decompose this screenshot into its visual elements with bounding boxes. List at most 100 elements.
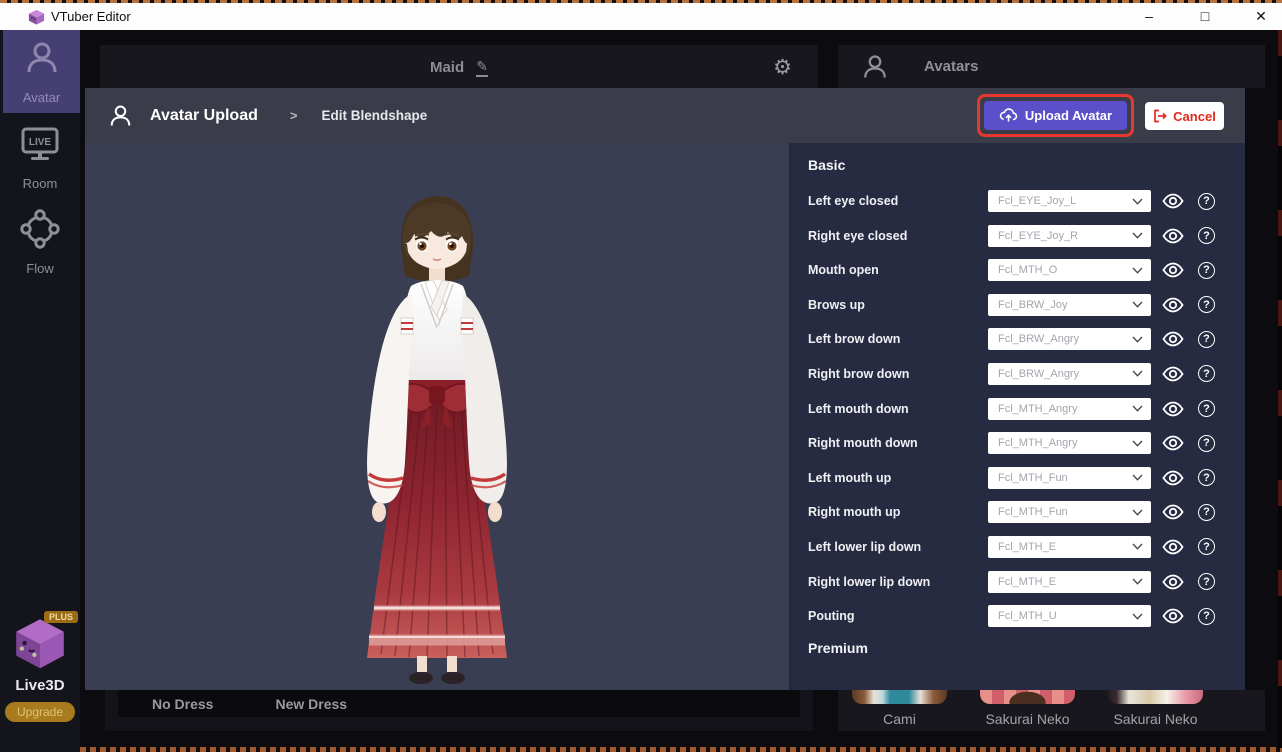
eye-preview-button[interactable] bbox=[1162, 193, 1184, 209]
eye-preview-button[interactable] bbox=[1162, 366, 1184, 382]
chevron-down-icon bbox=[1132, 370, 1143, 377]
eye-preview-button[interactable] bbox=[1162, 539, 1184, 555]
chevron-down-icon bbox=[1132, 405, 1143, 412]
blendshape-row: Left lower lip down Fcl_MTH_E ? bbox=[808, 536, 1215, 558]
help-icon[interactable]: ? bbox=[1198, 365, 1215, 382]
maximize-button[interactable]: □ bbox=[1192, 3, 1218, 30]
avatar-card[interactable]: Cami bbox=[852, 690, 947, 727]
blendshape-dropdown-value: Fcl_MTH_U bbox=[998, 610, 1132, 622]
avatar-card-thumbnail bbox=[852, 690, 947, 704]
blendshape-dropdown[interactable]: Fcl_MTH_O bbox=[988, 259, 1151, 281]
blendshape-dropdown[interactable]: Fcl_BRW_Angry bbox=[988, 363, 1151, 385]
blendshape-dropdown-value: Fcl_EYE_Joy_R bbox=[998, 230, 1132, 242]
upload-avatar-button[interactable]: Upload Avatar bbox=[984, 101, 1127, 130]
help-icon[interactable]: ? bbox=[1198, 400, 1215, 417]
gear-icon[interactable]: ⚙ bbox=[773, 55, 792, 80]
sidebar-item-room[interactable]: LIVE Room bbox=[0, 125, 80, 191]
section-basic: Basic bbox=[808, 157, 1215, 173]
edit-name-icon[interactable]: ✎ bbox=[476, 58, 488, 77]
blendshape-row: Right mouth down Fcl_MTH_Angry ? bbox=[808, 432, 1215, 454]
eye-preview-button[interactable] bbox=[1162, 401, 1184, 417]
blendshape-dropdown[interactable]: Fcl_MTH_E bbox=[988, 536, 1151, 558]
cancel-button[interactable]: Cancel bbox=[1145, 102, 1224, 130]
avatar-card-thumbnail bbox=[980, 690, 1075, 704]
eye-preview-button[interactable] bbox=[1162, 297, 1184, 313]
cloud-upload-icon bbox=[999, 108, 1018, 123]
sidebar-item-flow[interactable]: Flow bbox=[0, 208, 80, 276]
blendshape-dropdown-value: Fcl_MTH_Angry bbox=[998, 437, 1132, 449]
help-icon[interactable]: ? bbox=[1198, 469, 1215, 486]
window-controls: – □ ✕ bbox=[1136, 3, 1274, 30]
blendshape-dropdown[interactable]: Fcl_MTH_Fun bbox=[988, 467, 1151, 489]
avatar-card[interactable]: Sakurai Neko bbox=[1108, 690, 1203, 727]
section-premium: Premium bbox=[808, 640, 1215, 656]
blendshape-dropdown[interactable]: Fcl_EYE_Joy_R bbox=[988, 225, 1151, 247]
blendshape-dropdown[interactable]: Fcl_MTH_Angry bbox=[988, 398, 1151, 420]
eye-preview-button[interactable] bbox=[1162, 262, 1184, 278]
blendshape-dropdown[interactable]: Fcl_MTH_U bbox=[988, 605, 1151, 627]
blendshape-panel: Basic Left eye closed Fcl_EYE_Joy_L ? Ri… bbox=[791, 143, 1245, 690]
help-icon[interactable]: ? bbox=[1198, 504, 1215, 521]
help-icon[interactable]: ? bbox=[1198, 227, 1215, 244]
help-icon[interactable]: ? bbox=[1198, 193, 1215, 210]
background-avatars-panel: Avatars bbox=[838, 45, 1265, 88]
svg-text:LIVE: LIVE bbox=[29, 137, 52, 148]
upgrade-button[interactable]: Upgrade bbox=[5, 702, 75, 722]
help-icon[interactable]: ? bbox=[1198, 538, 1215, 555]
eye-preview-button[interactable] bbox=[1162, 574, 1184, 590]
blendshape-row: Right eye closed Fcl_EYE_Joy_R ? bbox=[808, 225, 1215, 247]
eye-preview-button[interactable] bbox=[1162, 470, 1184, 486]
eye-preview-button[interactable] bbox=[1162, 331, 1184, 347]
sidebar-item-avatar[interactable]: Avatar bbox=[3, 30, 80, 113]
blendshape-row: Left brow down Fcl_BRW_Angry ? bbox=[808, 328, 1215, 350]
blendshape-row: Right brow down Fcl_BRW_Angry ? bbox=[808, 363, 1215, 385]
blendshape-dropdown[interactable]: Fcl_BRW_Joy bbox=[988, 294, 1151, 316]
minimize-button[interactable]: – bbox=[1136, 3, 1162, 30]
blendshape-dropdown[interactable]: Fcl_EYE_Joy_L bbox=[988, 190, 1151, 212]
avatar-upload-modal: Avatar Upload > Edit Blendshape Upload A… bbox=[85, 88, 1245, 690]
blendshape-dropdown[interactable]: Fcl_BRW_Angry bbox=[988, 328, 1151, 350]
help-icon[interactable]: ? bbox=[1198, 296, 1215, 313]
blendshape-row: Right lower lip down Fcl_MTH_E ? bbox=[808, 571, 1215, 593]
blendshape-label: Left lower lip down bbox=[808, 540, 988, 554]
breadcrumb-root[interactable]: Avatar Upload bbox=[150, 107, 258, 125]
chevron-down-icon bbox=[1132, 543, 1143, 550]
modal-header: Avatar Upload > Edit Blendshape Upload A… bbox=[85, 88, 1245, 143]
blendshape-dropdown[interactable]: Fcl_MTH_Angry bbox=[988, 432, 1151, 454]
window-title: VTuber Editor bbox=[51, 9, 131, 24]
tab-no-dress[interactable]: No Dress bbox=[152, 696, 213, 712]
eye-preview-button[interactable] bbox=[1162, 504, 1184, 520]
blendshape-row: Pouting Fcl_MTH_U ? bbox=[808, 605, 1215, 627]
blendshape-label: Pouting bbox=[808, 609, 988, 623]
chevron-down-icon bbox=[1132, 578, 1143, 585]
avatars-header: Avatars bbox=[924, 58, 978, 75]
chevron-down-icon bbox=[1132, 267, 1143, 274]
upload-person-icon bbox=[107, 102, 134, 130]
eye-preview-button[interactable] bbox=[1162, 608, 1184, 624]
blendshape-dropdown[interactable]: Fcl_MTH_E bbox=[988, 571, 1151, 593]
app-window: VTuber Editor – □ ✕ Avatar LIVE bbox=[0, 0, 1282, 752]
avatar-3d-preview[interactable] bbox=[85, 143, 789, 690]
help-icon[interactable]: ? bbox=[1198, 573, 1215, 590]
eye-preview-button[interactable] bbox=[1162, 228, 1184, 244]
blendshape-dropdown[interactable]: Fcl_MTH_Fun bbox=[988, 501, 1151, 523]
tab-new-dress[interactable]: New Dress bbox=[275, 696, 347, 712]
sidebar-item-label: Avatar bbox=[23, 90, 60, 105]
live3d-cube-icon bbox=[12, 658, 68, 675]
chevron-down-icon bbox=[1132, 301, 1143, 308]
sidebar-item-label: Flow bbox=[26, 261, 53, 276]
close-button[interactable]: ✕ bbox=[1248, 3, 1274, 30]
blendshape-row: Mouth open Fcl_MTH_O ? bbox=[808, 259, 1215, 281]
blendshape-label: Brows up bbox=[808, 298, 988, 312]
modal-body: Basic Left eye closed Fcl_EYE_Joy_L ? Ri… bbox=[85, 143, 1245, 690]
blendshape-dropdown-value: Fcl_MTH_E bbox=[998, 541, 1132, 553]
eye-preview-button[interactable] bbox=[1162, 435, 1184, 451]
help-icon[interactable]: ? bbox=[1198, 331, 1215, 348]
chevron-down-icon bbox=[1132, 232, 1143, 239]
help-icon[interactable]: ? bbox=[1198, 608, 1215, 625]
blendshape-label: Right brow down bbox=[808, 367, 988, 381]
blendshape-dropdown-value: Fcl_MTH_Fun bbox=[998, 506, 1132, 518]
help-icon[interactable]: ? bbox=[1198, 435, 1215, 452]
help-icon[interactable]: ? bbox=[1198, 262, 1215, 279]
avatar-card[interactable]: Sakurai Neko bbox=[980, 690, 1075, 727]
